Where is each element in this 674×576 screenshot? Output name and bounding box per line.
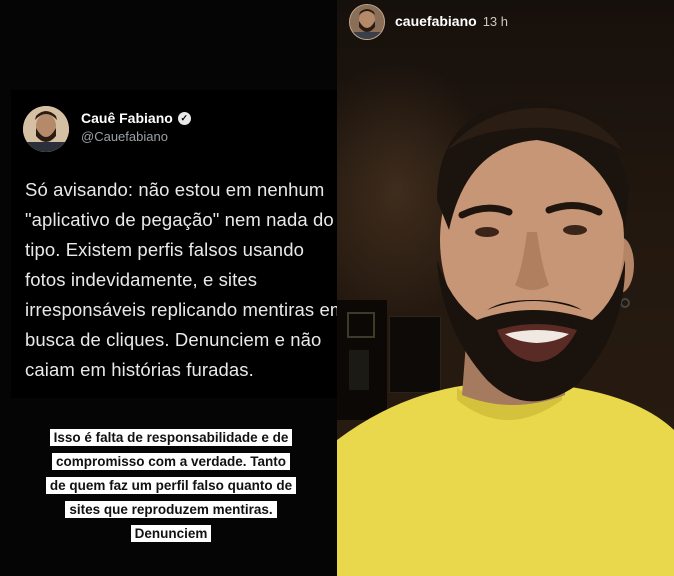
story-avatar[interactable]	[349, 4, 385, 40]
tweet-display-name-row: Cauê Fabiano ✓	[81, 110, 191, 126]
tweet-handle[interactable]: @Cauefabiano	[81, 129, 168, 144]
right-story-panel: cauefabiano 13 h	[337, 0, 674, 576]
tweet-screenshot: Cauê Fabiano ✓ @Cauefabiano Só avisando:…	[11, 90, 337, 398]
caption-line: compromisso com a verdade. Tanto	[51, 453, 291, 470]
tweet-text: Só avisando: não estou em nenhum "aplica…	[25, 179, 337, 380]
caption-line: sites que reproduzem mentiras.	[65, 501, 277, 518]
story-collage: Cauê Fabiano ✓ @Cauefabiano Só avisando:…	[0, 0, 674, 576]
tweet-display-name[interactable]: Cauê Fabiano	[81, 110, 173, 126]
story-caption: Isso é falta de responsabilidade e de co…	[14, 427, 328, 547]
story-user-row: cauefabiano 13 h	[395, 13, 508, 31]
tweet-avatar[interactable]	[23, 106, 69, 152]
story-username[interactable]: cauefabiano	[395, 13, 477, 29]
caption-line: de quem faz um perfil falso quanto de	[45, 477, 297, 494]
caption-line: Denunciem	[130, 525, 212, 542]
left-story-panel: Cauê Fabiano ✓ @Cauefabiano Só avisando:…	[0, 0, 337, 576]
selfie-person-image	[337, 100, 674, 576]
verified-badge-icon: ✓	[177, 111, 191, 125]
story-timestamp: 13 h	[482, 14, 509, 29]
caption-line: Isso é falta de responsabilidade e de	[49, 429, 293, 446]
story-header: cauefabiano 13 h	[349, 4, 508, 40]
